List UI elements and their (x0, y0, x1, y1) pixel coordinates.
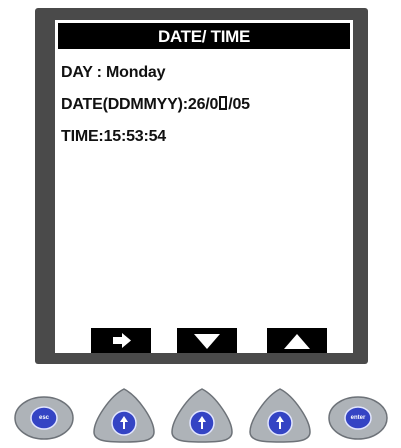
day-label: DAY : (61, 64, 107, 81)
esc-button[interactable]: esc (13, 394, 75, 442)
softkey-right[interactable] (91, 328, 151, 353)
date-value-pre: 26/0 (187, 96, 219, 113)
up-button-2[interactable] (168, 386, 236, 444)
softkey-down[interactable] (177, 328, 237, 353)
lcd-screen: DATE/ TIME DAY : Monday DATE(DDMMYY):26/… (55, 20, 353, 353)
hardware-button-row: esc enter (0, 384, 401, 448)
day-line: DAY : Monday (61, 64, 165, 82)
device-frame: DATE/ TIME DAY : Monday DATE(DDMMYY):26/… (35, 8, 368, 364)
date-line: DATE(DDMMYY):26/0/05 (61, 96, 250, 114)
date-value-post: /05 (228, 96, 250, 113)
time-value: 15:53:54 (103, 128, 167, 145)
up-button-3[interactable] (246, 386, 314, 444)
time-label: TIME: (61, 128, 104, 145)
day-value: Monday (106, 64, 166, 81)
arrow-up-icon (284, 334, 310, 349)
edit-cursor[interactable] (219, 96, 228, 110)
softkey-up[interactable] (267, 328, 327, 353)
arrow-down-icon (194, 334, 220, 349)
date-label: DATE(DDMMYY): (61, 96, 188, 113)
enter-icon: enter (350, 415, 366, 421)
esc-icon: esc (38, 415, 49, 421)
arrow-right-icon (113, 333, 131, 348)
time-line: TIME:15:53:54 (61, 128, 166, 146)
screen-title: DATE/ TIME (58, 23, 350, 49)
softkey-bar (91, 328, 337, 353)
enter-button[interactable]: enter (327, 394, 389, 442)
up-button-1[interactable] (90, 386, 158, 444)
